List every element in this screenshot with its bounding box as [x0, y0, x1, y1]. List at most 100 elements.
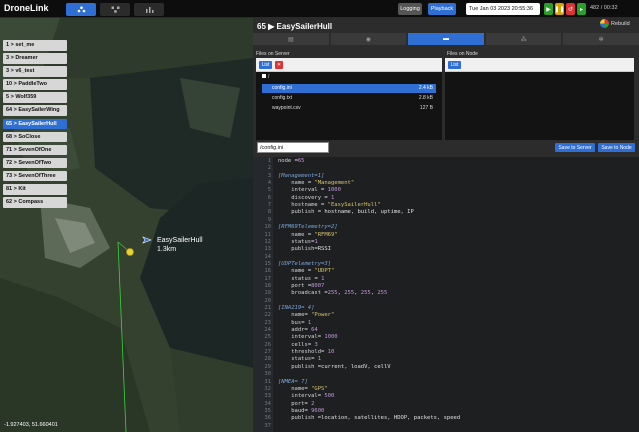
- folder-icon: [262, 74, 266, 78]
- files-server-title: Files on Server: [256, 51, 290, 57]
- map-coordinates: -1.927403, 51.660401: [4, 422, 58, 428]
- play-button[interactable]: ▶: [544, 3, 553, 15]
- code-token: =: [301, 319, 308, 326]
- code-token: "RFM69": [314, 231, 338, 238]
- code-token: publish: [278, 246, 315, 253]
- node-list-item[interactable]: 3 > v6_test: [3, 66, 67, 77]
- code-token: 64: [311, 327, 318, 334]
- node-list-item[interactable]: 65 > EasySailerHull: [3, 118, 67, 130]
- node-file-list: [445, 72, 634, 140]
- file-name: config.ini: [272, 85, 292, 91]
- code-line: 37: [253, 423, 639, 431]
- server-file-list: / config.ini 2.4 kB config.txt 2.8 kB waypoi…: [256, 72, 442, 140]
- code-token: 500: [324, 393, 335, 400]
- file-row[interactable]: waypoint.csv 127 B: [262, 104, 436, 113]
- folder-icon: ▬: [442, 36, 449, 42]
- code-token: 65: [297, 158, 305, 164]
- code-token: status: [278, 238, 312, 245]
- file-name: waypoint.csv: [272, 105, 301, 111]
- code-token: 255: [327, 290, 338, 297]
- network-icon: [111, 6, 119, 13]
- tab-map[interactable]: [66, 3, 96, 16]
- rewind-button[interactable]: ↺: [566, 3, 575, 15]
- subtab-view[interactable]: ◉: [330, 33, 407, 45]
- code-token: [UDPTelemetry=3]: [278, 260, 331, 267]
- code-token: 1000: [327, 187, 341, 194]
- subtab-files[interactable]: ▬: [408, 33, 484, 45]
- file-name: config.txt: [272, 95, 293, 101]
- tab-network[interactable]: [100, 3, 130, 16]
- reset-icon: ↺: [567, 6, 574, 13]
- boat-label: EasySailerHull 1.3km: [157, 236, 203, 254]
- code-token: interval: [278, 393, 318, 400]
- code-token: "EasySailerHull": [327, 202, 381, 209]
- file-row[interactable]: config.ini 2.4 kB: [262, 84, 436, 93]
- code-token: name: [278, 231, 308, 238]
- step-button[interactable]: ▸: [577, 3, 586, 15]
- rebuild-button[interactable]: Rebuild: [600, 19, 630, 28]
- map-view[interactable]: 1 > set_me 3 > Dreamer 3 > v6_test 10 > Pad…: [0, 18, 253, 432]
- files-server-box: List ✕ / config.ini 2.4 kB config.txt 2.8 k…: [256, 58, 442, 140]
- node-list-item[interactable]: 3 > Dreamer: [3, 53, 67, 64]
- code-token: 9600: [311, 407, 325, 414]
- node-list-item[interactable]: 72 > SevenOfTwo: [3, 157, 67, 169]
- code-token: name: [278, 312, 305, 319]
- node-list-item[interactable]: 81 > Kit: [3, 184, 67, 195]
- code-token: discovery: [278, 194, 325, 201]
- pause-button[interactable]: ❚❚: [554, 3, 565, 15]
- node-list-item[interactable]: 1 > set_me: [3, 40, 67, 51]
- code-token: broadcast: [278, 290, 325, 297]
- node-list-item[interactable]: 73 > SevenOfThree: [3, 170, 67, 182]
- code-token: threshold: [278, 349, 322, 356]
- logging-button[interactable]: Logging: [398, 3, 422, 15]
- server-list-button[interactable]: List: [259, 61, 272, 69]
- code-token: interval: [278, 187, 322, 194]
- code-editor[interactable]: 1 node =65 2 3 [Management=1] 4 name = "Manag…: [253, 157, 639, 432]
- node-list-item[interactable]: 68 > SoClose: [3, 131, 67, 143]
- code-token: port: [278, 282, 308, 289]
- code-token: 255: [344, 290, 355, 297]
- code-token: 1: [307, 319, 312, 326]
- code-token: 3: [314, 341, 318, 348]
- code-token: 1: [317, 356, 322, 363]
- code-token: 1: [321, 275, 325, 282]
- files-node-toolbar: List: [445, 58, 634, 72]
- server-delete-button[interactable]: ✕: [275, 61, 283, 69]
- top-bar: DroneLink Logging Playback Tue Jan 03 20…: [0, 0, 639, 18]
- folder-root[interactable]: /: [262, 73, 436, 82]
- save-to-node-button[interactable]: Save to Node: [598, 143, 635, 152]
- code-token: interval: [278, 334, 318, 341]
- timestamp-select[interactable]: Tue Jan 03 2023 20:55:36: [466, 3, 540, 15]
- code-token: status: [278, 275, 315, 282]
- node-list-item[interactable]: 5 > Wolf359: [3, 92, 67, 103]
- file-path-input[interactable]: /config.ini: [257, 142, 329, 153]
- code-token: addr: [278, 327, 305, 334]
- subtab-network[interactable]: ⁂: [485, 33, 562, 45]
- play-icon: ▶: [546, 6, 551, 13]
- boat-name: EasySailerHull: [157, 237, 203, 244]
- tab-chart[interactable]: [134, 3, 164, 16]
- node-list-button[interactable]: List: [448, 61, 461, 69]
- files-server-toolbar: List ✕: [256, 58, 442, 72]
- code-token: 10: [327, 349, 335, 356]
- node-list-item[interactable]: 64 > EasySailerWing: [3, 105, 67, 116]
- chart-icon: [145, 7, 153, 13]
- node-list-item[interactable]: 10 > PaddleTwo: [3, 79, 67, 90]
- playback-button[interactable]: Playback: [428, 3, 456, 15]
- save-to-server-button[interactable]: Save to Server: [555, 143, 595, 152]
- subtab-settings[interactable]: ✻: [563, 33, 639, 45]
- files-node-title: Files on Node: [447, 51, 478, 57]
- code-token: "Management": [314, 180, 355, 187]
- node-list-item[interactable]: 71 > SevenOfOne: [3, 144, 67, 156]
- code-token: bus: [278, 319, 302, 326]
- code-token: baud: [278, 407, 305, 414]
- file-size: 2.4 kB: [418, 85, 433, 91]
- subtab-table[interactable]: ▤: [253, 33, 329, 45]
- code-token: 255: [377, 290, 388, 297]
- code-token: 8007: [311, 282, 325, 289]
- network-icon: ⁂: [520, 36, 527, 43]
- rebuild-icon: [600, 19, 609, 28]
- table-icon: ▤: [287, 36, 294, 43]
- node-list-item[interactable]: 62 > Compass: [3, 197, 67, 208]
- file-row[interactable]: config.txt 2.8 kB: [262, 94, 436, 103]
